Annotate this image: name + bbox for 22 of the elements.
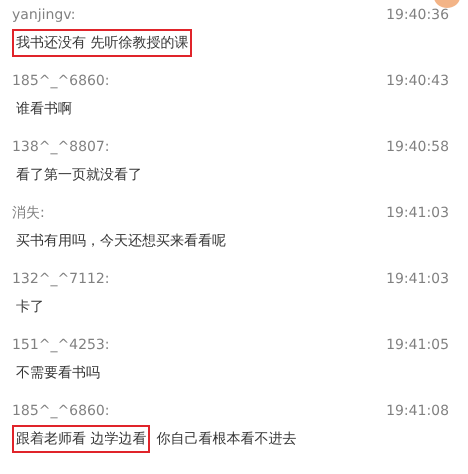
highlighted-text: 跟着老师看 边学边看	[12, 425, 150, 453]
message-time: 19:41:03	[386, 205, 449, 221]
sender-name: 151^_^4253:	[12, 337, 110, 353]
message-text: 买书有用吗，今天还想买来看看呢	[15, 232, 227, 251]
sender-name: yanjingv:	[12, 7, 76, 23]
sender-name: 消失:	[12, 204, 45, 222]
message-time: 19:40:58	[386, 139, 449, 155]
message-text: 卡了	[15, 298, 45, 317]
message-text: 看了第一页就没看了	[15, 166, 143, 185]
message-text: 你自己看根本看不进去	[155, 430, 298, 449]
message-text: 不需要看书吗	[15, 364, 101, 383]
highlighted-text: 我书还没有 先听徐教授的课	[12, 29, 192, 57]
message-time: 19:41:03	[386, 271, 449, 287]
sender-name: 138^_^8807:	[12, 139, 110, 155]
message-time: 19:41:05	[386, 337, 449, 353]
sender-name: 185^_^6860:	[12, 403, 110, 419]
message-text: 谁看书啊	[15, 100, 73, 119]
sender-name: 185^_^6860:	[12, 73, 110, 89]
message-time: 19:40:36	[386, 7, 449, 23]
message-time: 19:40:43	[386, 73, 449, 89]
message-time: 19:41:08	[386, 403, 449, 419]
sender-name: 132^_^7112:	[12, 271, 110, 287]
